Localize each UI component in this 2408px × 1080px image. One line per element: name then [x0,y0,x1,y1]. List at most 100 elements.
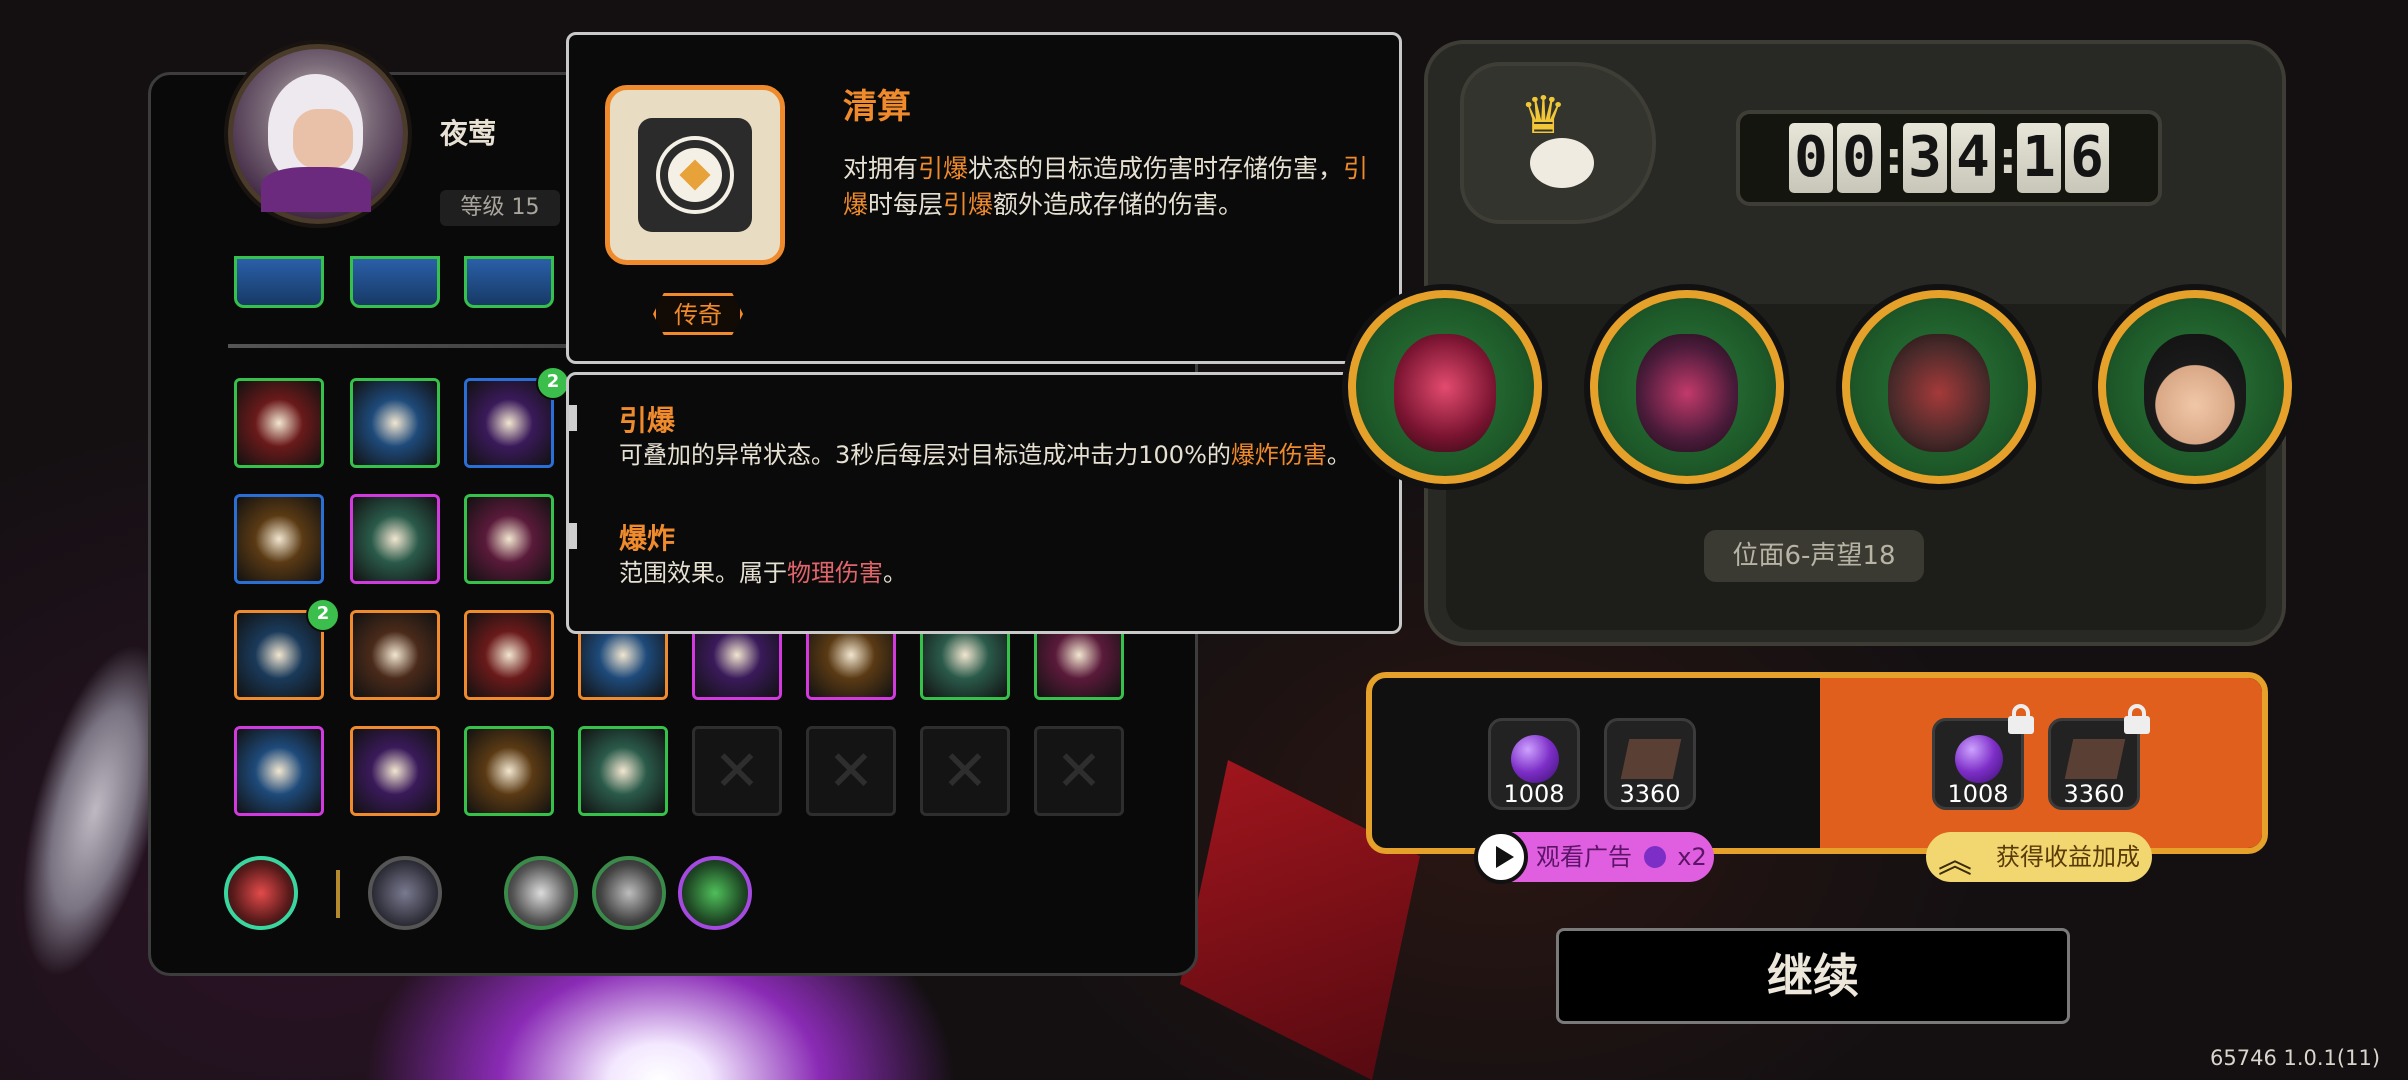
text-fragment: 爆炸 [1230,441,1279,469]
watch-ad-button[interactable]: 观看广告 x2 [1474,830,1714,884]
timer-digit: 0 [1789,123,1833,193]
text-fragment: 。 [1326,441,1351,469]
reward-amount: 3360 [2063,780,2125,808]
glasses-kid-figure [2144,334,2246,452]
fly-boss-figure [1394,334,1496,452]
keyword-title: 引爆 [619,404,676,437]
skill-art [467,497,551,581]
rarity-badge: 传奇 [653,293,743,335]
hooded-bird-portrait[interactable] [1842,290,2036,484]
reward-amount: 1008 [1947,780,2009,808]
watch-ad-label: 观看广告 [1536,843,1632,871]
lock-icon [2008,704,2034,734]
vortex-skill-icon[interactable] [350,726,440,816]
reward-amount: 1008 [1503,780,1565,808]
empty-slot[interactable]: ✕ [920,726,1010,816]
scroll-relic-icon[interactable] [504,856,578,930]
timer-digit: 6 [2065,123,2109,193]
horned-demon-figure [1636,334,1738,452]
fly-boss-portrait[interactable] [1348,290,1542,484]
horned-demon-portrait[interactable] [1590,290,1784,484]
rose-skill-icon[interactable] [578,726,668,816]
skill-art [353,381,437,465]
skill-art [467,613,551,697]
text-fragment: 状态的目标造成伤害时存储伤害， [968,154,1344,183]
finger-snap-skill-icon[interactable] [234,494,324,584]
keyword-marker [569,523,577,549]
skill-art [467,729,551,813]
skill-art [581,729,665,813]
empty-slot-icon: ✕ [1055,738,1103,804]
stage-label: 位面6-声望18 [1704,530,1924,582]
reward-amount: 3360 [1619,780,1681,808]
hooded-bird-figure [1888,334,1990,452]
empty-slot-icon: ✕ [713,738,761,804]
timer-digit: 3 [1903,123,1947,193]
demon-mask-skill-icon[interactable] [234,378,324,468]
battery-skill-icon[interactable] [234,726,324,816]
keyword-tooltip: 引爆 可叠加的异常状态。3秒后每层对目标造成冲击力100%的爆炸伤害。 爆炸 范… [566,372,1402,634]
text-fragment: 对拥有 [843,154,919,183]
empty-slot[interactable]: ✕ [806,726,896,816]
character-avatar[interactable] [228,44,408,224]
blue-eye-skill-icon[interactable] [350,256,440,308]
timer-digit: 0 [1837,123,1881,193]
purple-orb-icon [1511,735,1559,783]
card-fragment-icon [1620,739,1682,779]
red-arrow-skill-icon[interactable] [350,378,440,468]
gear-icon-frame [638,118,752,232]
duck-icon [1530,138,1594,188]
skill-tooltip: 传奇 清算 对拥有引爆状态的目标造成伤害时存储伤害，引爆时每层引爆额外造成存储的… [566,32,1402,364]
skill-art [353,613,437,697]
empty-slot-icon: ✕ [827,738,875,804]
text-fragment: 引爆 [943,190,994,219]
text-fragment: 伤害 [1278,441,1327,469]
lock-icon [2124,704,2150,734]
gear-skill-icon [605,85,785,265]
timer-colon: : [1885,132,1903,184]
pistol-relic-icon[interactable] [368,856,442,930]
text-fragment: 额外造成存储的伤害。 [993,190,1244,219]
gear-skill-icon[interactable] [464,610,554,700]
version-label: 65746 1.0.1(11) [2210,1046,2381,1070]
shield-relic-icon[interactable] [678,856,752,930]
play-icon [1474,830,1528,884]
star-orb-skill-icon[interactable] [464,726,554,816]
character-name: 夜莺 [440,117,497,150]
skill-title: 清算 [843,87,911,127]
ad-multiplier: x2 [1677,843,1707,871]
boosted-reward-area [1820,678,2262,848]
storm-skill-icon[interactable] [464,256,554,308]
ice-dragon-skill-icon[interactable] [234,256,324,308]
text-fragment: 可叠加的异常状态。3秒后每层对目标造成冲击力100%的 [619,441,1231,469]
skill-art [237,729,321,813]
continue-button[interactable]: 继续 [1556,928,2070,1024]
chain-link-skill-icon[interactable] [350,610,440,700]
glasses-kid-portrait[interactable] [2098,290,2292,484]
skill-art [467,381,551,465]
keyword-description: 可叠加的异常状态。3秒后每层对目标造成冲击力100%的爆炸伤害。 [619,439,1359,472]
flame-claw-skill-icon[interactable] [464,494,554,584]
avatar-face [293,109,353,169]
stack-count-badge: 2 [306,598,340,632]
timer-colon: : [1999,132,2017,184]
text-fragment: 。 [883,559,907,587]
empty-slot-icon: ✕ [941,738,989,804]
text-fragment: 引爆 [918,154,969,183]
boost-label: 获得收益加成 [1996,843,2140,871]
stack-count-badge: 2 [536,366,570,400]
empty-slot[interactable]: ✕ [692,726,782,816]
flame-hand-relic-icon[interactable] [224,856,298,930]
character-level: 等级 15 [440,190,560,226]
relic-separator [336,870,340,918]
keyword-marker [569,405,577,431]
skill-art [237,497,321,581]
get-boost-button[interactable]: ︽ 获得收益加成 [1926,832,2152,882]
purple-orb-boosted-icon [1955,735,2003,783]
triangle-relic-icon[interactable] [592,856,666,930]
text-fragment: 范围效果。属于 [619,559,787,587]
empty-slot[interactable]: ✕ [1034,726,1124,816]
crown-icon: ♛ [1520,86,1567,146]
lightning-bomb-skill-icon[interactable] [350,494,440,584]
keyword-title: 爆炸 [619,522,676,555]
